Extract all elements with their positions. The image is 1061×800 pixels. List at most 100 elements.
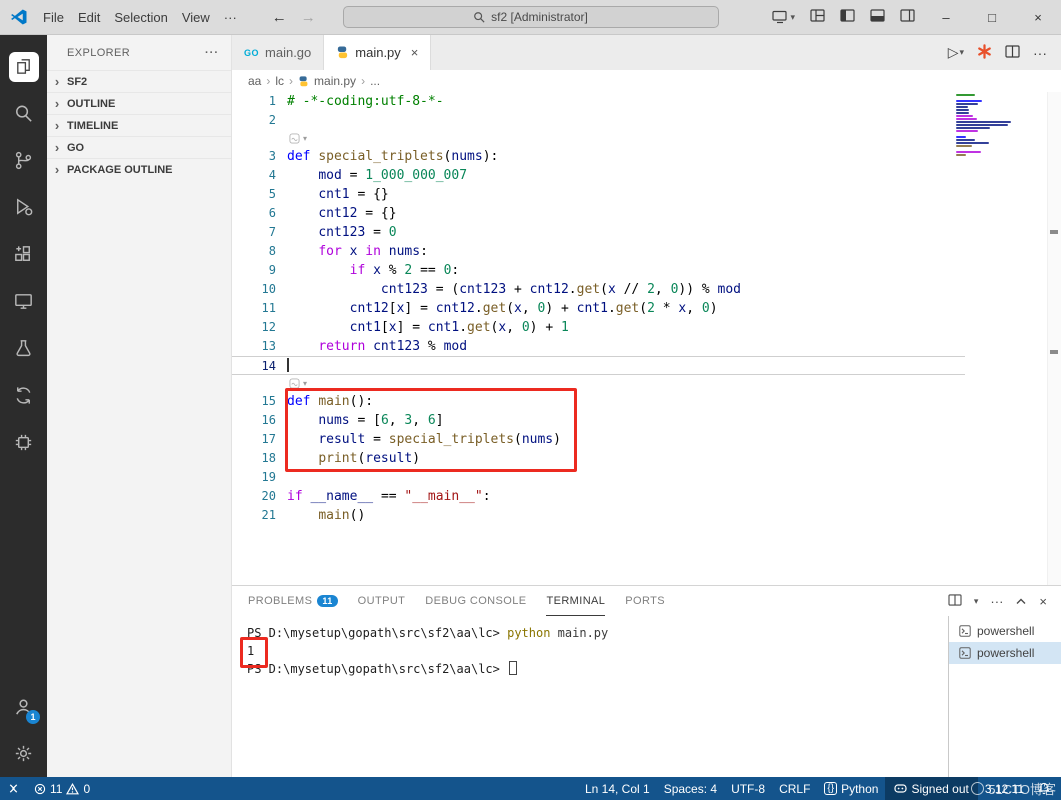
- editor-scrollbar[interactable]: [1047, 92, 1061, 585]
- terminal-instance-2[interactable]: powershell: [949, 642, 1061, 664]
- menu-edit[interactable]: Edit: [71, 6, 107, 29]
- layout-grid-icon: [810, 9, 825, 22]
- code-line-18[interactable]: 18 print(result): [232, 449, 965, 468]
- code-line-8[interactable]: 8 for x in nums:: [232, 242, 965, 261]
- terminal[interactable]: PS D:\mysetup\gopath\src\sf2\aa\lc> pyth…: [232, 616, 948, 777]
- eol-sequence[interactable]: CRLF: [772, 777, 817, 800]
- code-line-1[interactable]: 1 # -*-coding:utf-8-*-: [232, 92, 965, 111]
- code-line-2[interactable]: 2: [232, 111, 965, 130]
- menu-selection[interactable]: Selection: [107, 6, 174, 29]
- toggle-secondary-sidebar-button[interactable]: [900, 9, 915, 25]
- activitybar-source-control[interactable]: [0, 137, 47, 184]
- code-line-6[interactable]: 6 cnt12 = {}: [232, 204, 965, 223]
- activitybar-search[interactable]: [0, 90, 47, 137]
- code-line-7[interactable]: 7 cnt123 = 0: [232, 223, 965, 242]
- code-line-17[interactable]: 17 result = special_triplets(nums): [232, 430, 965, 449]
- command-center-search[interactable]: sf2 [Administrator]: [342, 6, 719, 28]
- code-line-3[interactable]: 3 def special_triplets(nums):: [232, 147, 965, 166]
- code-line-9[interactable]: 9 if x % 2 == 0:: [232, 261, 965, 280]
- toggle-panel-button[interactable]: [870, 9, 885, 25]
- minimap[interactable]: [953, 94, 1025, 157]
- menu-view[interactable]: View: [175, 6, 217, 29]
- code-line-13[interactable]: 13 return cnt123 % mod: [232, 337, 965, 356]
- code-line-10[interactable]: 10 cnt123 = (cnt123 + cnt12.get(x // 2, …: [232, 280, 965, 299]
- activitybar-settings[interactable]: [0, 730, 47, 777]
- encoding[interactable]: UTF-8: [724, 777, 772, 800]
- panel-tab-terminal[interactable]: TERMINAL: [546, 586, 606, 616]
- panel-tab-ports[interactable]: PORTS: [625, 586, 665, 616]
- chevron-down-icon: ▾: [959, 47, 964, 57]
- split-editor-button[interactable]: [1005, 44, 1020, 61]
- maximize-button[interactable]: □: [969, 0, 1015, 35]
- sidebar-section-package-outline[interactable]: › PACKAGE OUTLINE: [47, 158, 231, 180]
- breadcrumb-item[interactable]: aa: [248, 74, 261, 88]
- activitybar-run-debug[interactable]: [0, 184, 47, 231]
- activitybar-explorer[interactable]: [0, 43, 47, 90]
- panel-more-actions-icon[interactable]: ···: [990, 594, 1003, 609]
- remote-indicator[interactable]: [0, 777, 27, 800]
- code-line-16[interactable]: 16 nums = [6, 3, 6]: [232, 411, 965, 430]
- menu-file[interactable]: File: [36, 6, 71, 29]
- toggle-sidebar-button[interactable]: [840, 9, 855, 25]
- tab-main-go[interactable]: GO main.go: [232, 35, 325, 70]
- activitybar-remote-explorer[interactable]: [0, 278, 47, 325]
- menu-more[interactable]: ···: [217, 6, 244, 29]
- code-line-5[interactable]: 5 cnt1 = {}: [232, 185, 965, 204]
- token: .: [568, 282, 577, 297]
- code-line-19[interactable]: 19: [232, 468, 965, 487]
- code-line-4[interactable]: 4 mod = 1_000_000_007: [232, 166, 965, 185]
- indentation[interactable]: Spaces: 4: [657, 777, 724, 800]
- sidebar-section-go[interactable]: › GO: [47, 136, 231, 158]
- copilot-status[interactable]: Signed out: [885, 777, 978, 800]
- breadcrumb-item[interactable]: main.py: [314, 74, 356, 88]
- panel-tab-problems[interactable]: PROBLEMS 11: [248, 586, 338, 616]
- terminal-instance-1[interactable]: powershell: [949, 620, 1061, 642]
- run-python-button[interactable]: ▷ ▾: [948, 44, 964, 61]
- maximize-panel-button[interactable]: [1015, 594, 1027, 609]
- customize-layout-button[interactable]: [810, 9, 825, 25]
- sidebar-section-timeline[interactable]: › TIMELINE: [47, 114, 231, 136]
- language-mode[interactable]: {} Python: [817, 777, 885, 800]
- code-line-15[interactable]: 15 def main():: [232, 392, 965, 411]
- terminal-layout-button[interactable]: [948, 593, 962, 609]
- extension-action-button[interactable]: [977, 43, 992, 62]
- breadcrumb-item[interactable]: lc: [275, 74, 284, 88]
- token: nums: [318, 413, 350, 428]
- close-tab-icon[interactable]: ×: [411, 45, 419, 60]
- activitybar-extensions[interactable]: [0, 231, 47, 278]
- panel-tab-output[interactable]: OUTPUT: [358, 586, 406, 616]
- remote-icon: [9, 784, 18, 793]
- code-line-14[interactable]: 14: [232, 356, 965, 375]
- close-panel-icon[interactable]: ×: [1039, 594, 1047, 609]
- forward-arrow-icon[interactable]: →: [301, 9, 316, 26]
- launch-profile-chevron-icon[interactable]: ▾: [974, 596, 979, 607]
- python-version[interactable]: 3.12.11: [978, 777, 1031, 800]
- remote-window-button[interactable]: ▾: [772, 10, 795, 24]
- more-actions-icon[interactable]: ···: [205, 47, 219, 59]
- code-editor[interactable]: 1 # -*-coding:utf-8-*- 2 ▾ 3 def special_trip…: [232, 92, 1061, 585]
- code-line-21[interactable]: 21 main(): [232, 506, 965, 525]
- minimize-button[interactable]: –: [923, 0, 969, 35]
- back-arrow-icon[interactable]: ←: [272, 9, 287, 26]
- activitybar-testing[interactable]: [0, 325, 47, 372]
- token: if: [287, 489, 303, 504]
- activitybar-sync[interactable]: [0, 372, 47, 419]
- code-line-20[interactable]: 20 if __name__ == "__main__":: [232, 487, 965, 506]
- token: ): [709, 301, 718, 316]
- activitybar-chip[interactable]: [0, 419, 47, 466]
- code-line-12[interactable]: 12 cnt1[x] = cnt1.get(x, 0) + 1: [232, 318, 965, 337]
- code-line-11[interactable]: 11 cnt12[x] = cnt12.get(x, 0) + cnt1.get…: [232, 299, 965, 318]
- more-actions-icon[interactable]: ···: [1033, 45, 1047, 61]
- activitybar-account[interactable]: 1: [0, 683, 47, 730]
- notifications-button[interactable]: [1031, 777, 1057, 800]
- problems-status[interactable]: 11 0: [27, 777, 97, 800]
- panel-tab-debug-console[interactable]: DEBUG CONSOLE: [425, 586, 526, 616]
- breadcrumb-item[interactable]: ...: [370, 74, 380, 88]
- sidebar-section-sf2[interactable]: › SF2: [47, 70, 231, 92]
- close-button[interactable]: ×: [1015, 0, 1061, 35]
- tab-main-py[interactable]: main.py ×: [324, 35, 432, 70]
- terminal-line: PS D:\mysetup\gopath\src\sf2\aa\lc>: [247, 660, 948, 678]
- sidebar-section-outline[interactable]: › OUTLINE: [47, 92, 231, 114]
- cursor-position[interactable]: Ln 14, Col 1: [578, 777, 657, 800]
